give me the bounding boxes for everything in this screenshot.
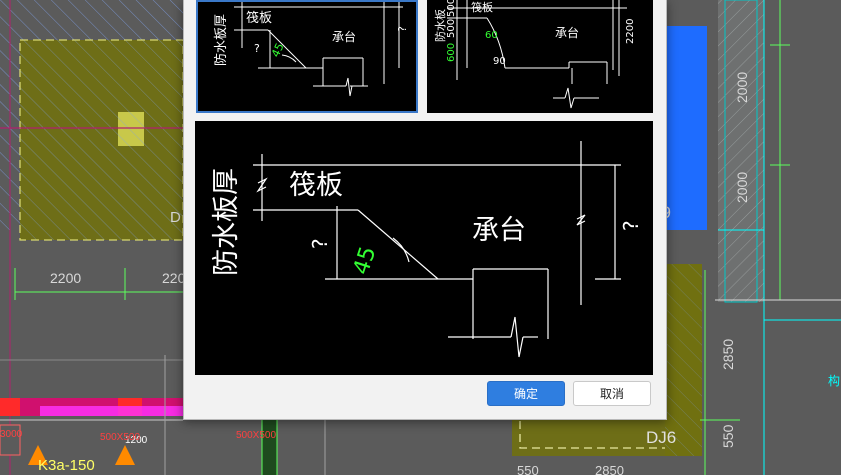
preview-cap-label: 承台 — [472, 215, 526, 246]
label-500x500-b: 500X500 — [236, 430, 276, 441]
t1-angle-label: 45 — [269, 41, 287, 59]
t2-angle-90: 90 — [493, 56, 506, 67]
dim-550: 550 — [720, 424, 736, 448]
option-thumbnail-60[interactable]: 防水板 筏板 承台 500 500 600 2200 60 90 — [427, 0, 653, 113]
t1-raft-label: 筏板 — [246, 10, 272, 26]
dim-2000-b: 2000 — [734, 172, 750, 203]
label-dj6: DJ6 — [646, 428, 676, 447]
confirm-button[interactable]: 确定 — [487, 381, 565, 406]
label-500x500-a: 500X500 — [100, 432, 140, 443]
dim-550-b: 550 — [517, 463, 539, 475]
dim-2200-a: 2200 — [50, 270, 81, 286]
t2-dim-600: 600 — [446, 43, 457, 62]
selected-option-preview: 防水板厚 筏板 承台 ? ? 45 — [195, 121, 653, 375]
dim-2000-a: 2000 — [734, 72, 750, 103]
t1-cap-label: 承台 — [332, 29, 356, 44]
pile-cap-option-dialog: 防水板厚 筏板 承台 ? ? 45 防水板 筏板 承台 500 500 600 … — [183, 0, 667, 420]
preview-waterproof-label: 防水板厚 — [211, 168, 242, 276]
preview-raft-label: 筏板 — [289, 170, 343, 201]
preview-angle-label: 45 — [349, 243, 381, 277]
t2-cap-label: 承台 — [555, 25, 579, 40]
label-gou: 构 — [828, 373, 840, 388]
t1-unknown-left: ? — [254, 42, 260, 55]
label-3000: 3000 — [0, 429, 23, 440]
label-k3a: K3a-150 — [38, 457, 95, 474]
dim-2850: 2850 — [720, 339, 736, 370]
t2-dim-500a: 500 — [446, 0, 457, 17]
preview-unknown-right: ? — [619, 220, 643, 231]
blue-block — [667, 26, 707, 230]
preview-unknown-left: ? — [308, 238, 332, 249]
t2-raft-label: 筏板 — [471, 0, 493, 14]
dim-2850-b: 2850 — [595, 463, 624, 475]
label-d: D — [170, 209, 181, 226]
option-thumbnail-45[interactable]: 防水板厚 筏板 承台 ? ? 45 — [196, 0, 418, 113]
t2-angle-60: 60 — [485, 30, 498, 41]
t2-dim-500b: 500 — [446, 19, 457, 38]
cancel-button[interactable]: 取消 — [573, 381, 651, 406]
t1-waterproof-label: 防水板厚 — [213, 14, 229, 66]
t2-waterproof-label: 防水板 — [433, 9, 447, 42]
t1-unknown-right: ? — [396, 26, 409, 32]
t2-dim-2200: 2200 — [625, 19, 636, 44]
